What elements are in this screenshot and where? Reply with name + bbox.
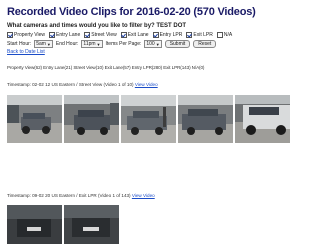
- start-hour-select[interactable]: 5am ▼: [34, 40, 53, 48]
- reset-button[interactable]: Reset: [193, 40, 217, 48]
- filter-entry-lpr[interactable]: Entry LPR: [152, 32, 182, 38]
- video-thumbnail[interactable]: [7, 95, 62, 143]
- video-thumbnail[interactable]: [178, 95, 233, 143]
- filter-property-view[interactable]: Property View: [7, 32, 45, 38]
- checkbox-icon[interactable]: [216, 32, 223, 38]
- filter-na[interactable]: N/A: [216, 32, 232, 38]
- page-title: Recorded Video Clips for 2016-02-20 (570…: [7, 6, 256, 18]
- clip-group-timestamp: Timestamp: 02-02 12 US Eastern / Street …: [7, 82, 158, 87]
- page: Recorded Video Clips for 2016-02-20 (570…: [0, 0, 307, 244]
- thumbnail-strip: [7, 205, 119, 244]
- checkbox-icon[interactable]: [152, 32, 159, 38]
- checkbox-icon[interactable]: [7, 32, 13, 38]
- thumbnail-strip: [7, 95, 290, 143]
- items-per-page-select[interactable]: 100 ▼: [144, 40, 162, 48]
- view-video-link[interactable]: View Video: [135, 82, 158, 87]
- checkbox-icon[interactable]: [186, 32, 193, 38]
- video-thumbnail[interactable]: [64, 205, 119, 244]
- items-per-page-label: Items Per Page:: [105, 41, 142, 47]
- video-thumbnail[interactable]: [121, 95, 176, 143]
- view-video-link[interactable]: View Video: [132, 193, 155, 198]
- checkbox-icon[interactable]: [120, 32, 127, 38]
- end-hour-label: End Hour:: [55, 41, 79, 47]
- submit-button[interactable]: Submit: [164, 40, 191, 48]
- filter-entry-lane[interactable]: Entry Lane: [49, 32, 80, 38]
- chevron-down-icon: ▼: [96, 41, 101, 47]
- checkbox-icon[interactable]: [49, 32, 56, 38]
- clip-group-timestamp: Timestamp: 09-02 20 US Eastern / Exit LP…: [7, 193, 155, 198]
- video-thumbnail[interactable]: [235, 95, 290, 143]
- filter-exit-lane[interactable]: Exit Lane: [120, 32, 149, 38]
- back-to-date-list-link[interactable]: Back to Date List: [7, 49, 45, 55]
- video-thumbnail[interactable]: [7, 205, 62, 244]
- time-controls: Start Hour: 5am ▼ End Hour: 11pm ▼ Items P…: [7, 40, 217, 48]
- camera-filter-row: Property View Entry Lane Street View Exi…: [7, 32, 234, 38]
- chevron-down-icon: ▼: [46, 41, 51, 47]
- start-hour-label: Start Hour:: [7, 41, 32, 47]
- filter-question: What cameras and times would you like to…: [7, 23, 187, 29]
- end-hour-select[interactable]: 11pm ▼: [81, 40, 103, 48]
- filter-street-view[interactable]: Street View: [84, 32, 117, 38]
- chevron-down-icon: ▼: [155, 41, 160, 47]
- filter-exit-lpr[interactable]: Exit LPR: [186, 32, 213, 38]
- checkbox-icon[interactable]: [84, 32, 91, 38]
- video-thumbnail[interactable]: [64, 95, 119, 143]
- camera-counts: Property View(62) Entry Lane(21) Street …: [7, 65, 205, 70]
